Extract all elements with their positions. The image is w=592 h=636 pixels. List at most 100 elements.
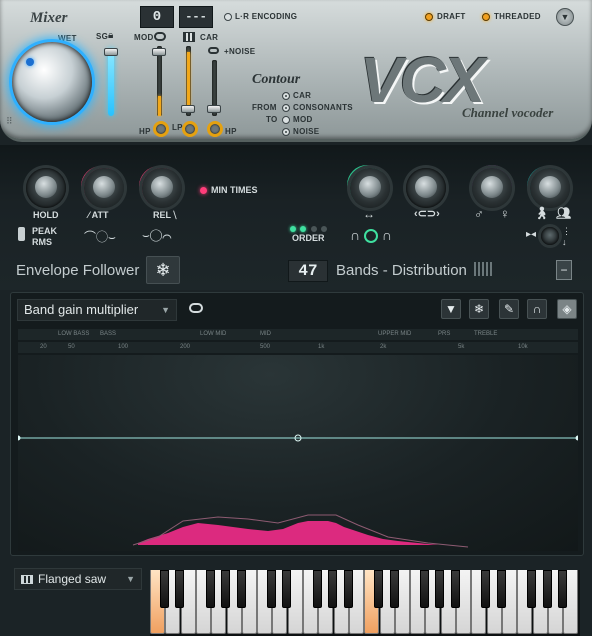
knob-cap bbox=[481, 176, 503, 198]
option-label: NOISE bbox=[293, 127, 320, 136]
freeze-snowflake-icon[interactable]: ❄ bbox=[146, 256, 180, 284]
frequency-row: 20 50 100 200 500 1k 2k 5k 10k bbox=[18, 342, 578, 353]
pencil-button[interactable]: ✎ bbox=[499, 299, 519, 319]
single-voice-icon: 🚶︎ bbox=[534, 206, 550, 220]
wet-knob[interactable] bbox=[12, 42, 92, 122]
black-key[interactable] bbox=[435, 570, 445, 608]
attack-knob[interactable] bbox=[84, 168, 124, 208]
multi-voice-icon: 👥︎ bbox=[556, 206, 572, 220]
pan-knob[interactable] bbox=[541, 227, 559, 245]
black-key[interactable] bbox=[236, 570, 246, 608]
black-key[interactable] bbox=[527, 570, 537, 608]
filter-shape-selector[interactable]: ∩ ∩ bbox=[350, 227, 392, 244]
wet-knob-indicator bbox=[26, 58, 34, 66]
mod-fader-handle[interactable] bbox=[152, 48, 166, 56]
bands-formant-knob[interactable] bbox=[406, 168, 446, 208]
min-times-toggle[interactable]: MIN TIMES bbox=[200, 185, 258, 195]
mouth-link-icon[interactable] bbox=[189, 303, 203, 313]
snap-button[interactable]: ◈ bbox=[557, 299, 577, 319]
black-key[interactable] bbox=[343, 570, 353, 608]
filter-shape-selected-icon bbox=[363, 229, 378, 244]
mod-label: MOD bbox=[134, 33, 154, 42]
threaded-toggle[interactable]: THREADED bbox=[482, 12, 541, 21]
black-key[interactable] bbox=[313, 570, 322, 608]
black-key[interactable] bbox=[481, 570, 491, 608]
attack-curve-icon[interactable]: ⌒◯⌣ bbox=[84, 228, 124, 244]
magnet-button[interactable]: ∩ bbox=[527, 299, 547, 319]
draft-toggle[interactable]: DRAFT bbox=[425, 12, 466, 21]
sg-slider-handle[interactable] bbox=[104, 48, 118, 56]
bars-icon bbox=[474, 262, 492, 276]
band-name: PRS bbox=[438, 331, 451, 337]
gender-knob[interactable] bbox=[472, 168, 512, 208]
band-name: MID bbox=[260, 331, 271, 337]
black-key[interactable] bbox=[175, 570, 185, 608]
threaded-label: THREADED bbox=[494, 12, 541, 21]
mod-hp-knob[interactable] bbox=[153, 121, 169, 137]
noise-icon bbox=[208, 47, 219, 54]
att-label: ⁄ ATT bbox=[88, 210, 109, 220]
black-key[interactable] bbox=[496, 570, 506, 608]
release-knob[interactable] bbox=[142, 168, 182, 208]
parameter-selector[interactable]: Band gain multiplier ▼ bbox=[17, 299, 177, 321]
band-name: LOW MID bbox=[200, 331, 227, 337]
car-fader-handle[interactable] bbox=[181, 105, 195, 113]
menu-arrow-icon[interactable]: ▼ bbox=[556, 8, 574, 26]
contour-to-mod[interactable]: MOD bbox=[282, 115, 313, 124]
contour-from-car[interactable]: CAR bbox=[282, 91, 311, 100]
black-key[interactable] bbox=[542, 570, 552, 608]
contour-to-noise[interactable]: NOISE bbox=[282, 127, 319, 136]
black-key[interactable] bbox=[160, 570, 169, 608]
lr-encoding-led bbox=[224, 12, 232, 21]
editor-menu-button[interactable]: ▼ bbox=[441, 299, 461, 319]
order-led bbox=[290, 226, 296, 232]
mod-lcd[interactable]: 0 bbox=[140, 6, 174, 28]
black-key[interactable] bbox=[205, 570, 215, 608]
bands-count-lcd[interactable]: 47 bbox=[288, 260, 328, 282]
band-editor: Band gain multiplier ▼ ▼ ❄ ✎ ∩ ◈ LOW BAS… bbox=[10, 292, 584, 556]
envelope-graph[interactable] bbox=[15, 355, 581, 551]
contour-from-consonants[interactable]: CONSONANTS bbox=[282, 103, 353, 112]
sg-slider[interactable] bbox=[108, 48, 114, 116]
carrier-preset-selector[interactable]: Flanged saw ▼ bbox=[14, 568, 142, 590]
band-name: BASS bbox=[100, 331, 117, 337]
vcx-logo: VCX bbox=[360, 44, 486, 116]
black-key[interactable] bbox=[328, 570, 338, 608]
noise-label: +NOISE bbox=[224, 47, 256, 56]
vcx-subtitle: Channel vocoder bbox=[462, 105, 554, 120]
release-curve-icon[interactable]: ⌣◯⌒ bbox=[142, 228, 182, 242]
to-label: TO bbox=[266, 115, 278, 124]
car-lp-knob[interactable] bbox=[182, 121, 198, 137]
black-key[interactable] bbox=[221, 570, 231, 608]
noise-hp-knob[interactable] bbox=[207, 121, 223, 137]
peak-rms-switch[interactable] bbox=[18, 227, 25, 241]
black-key[interactable] bbox=[374, 570, 384, 608]
black-key[interactable] bbox=[450, 570, 460, 608]
bands-width-knob[interactable] bbox=[350, 168, 390, 208]
att-label-text: ATT bbox=[91, 210, 109, 220]
black-key[interactable] bbox=[282, 570, 292, 608]
band-name-row: LOW BASS BASS LOW MID MID UPPER MID PRS … bbox=[18, 329, 578, 340]
bands-distribution-title: Bands - Distribution bbox=[336, 262, 467, 279]
gain-curve-point-start[interactable] bbox=[15, 435, 21, 441]
gain-curve-point-end[interactable] bbox=[575, 435, 581, 441]
snowflake-button[interactable]: ❄ bbox=[469, 299, 489, 319]
black-key[interactable] bbox=[420, 570, 430, 608]
hold-knob[interactable] bbox=[26, 168, 66, 208]
radio-icon bbox=[282, 103, 290, 112]
stretch-arrows-icon: ↔ bbox=[363, 207, 375, 221]
voices-knob[interactable] bbox=[530, 168, 570, 208]
piano-keyboard[interactable] bbox=[150, 570, 580, 636]
noise-fader-handle[interactable] bbox=[207, 105, 221, 113]
lr-encoding-toggle[interactable]: L·R ENCODING bbox=[224, 12, 297, 21]
band-name: TREBLE bbox=[474, 331, 498, 337]
black-key[interactable] bbox=[557, 570, 567, 608]
pan-icon: ▸◂ bbox=[526, 229, 537, 240]
parameter-selector-value: Band gain multiplier bbox=[24, 302, 139, 317]
black-key[interactable] bbox=[389, 570, 399, 608]
black-key[interactable] bbox=[267, 570, 277, 608]
car-lcd[interactable]: --- bbox=[179, 6, 213, 28]
lock-icon: 🔒︎ bbox=[108, 30, 114, 41]
contour-title: Contour bbox=[252, 72, 301, 87]
minimize-button[interactable]: − bbox=[556, 260, 572, 280]
